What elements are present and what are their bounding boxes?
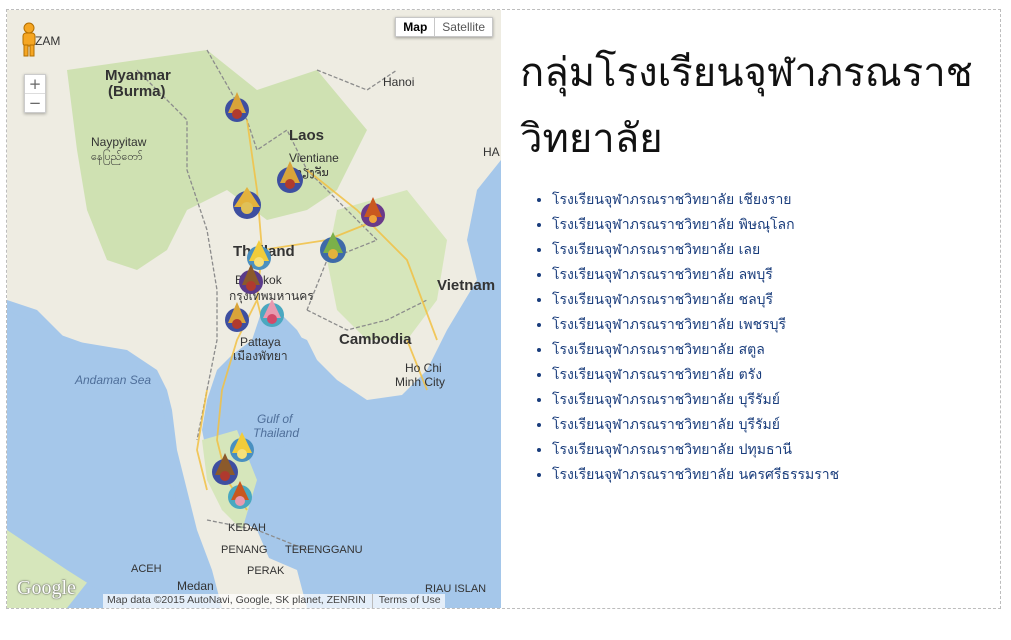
map-attribution: Map data ©2015 AutoNavi, Google, SK plan… bbox=[103, 594, 445, 608]
svg-text:Gulf of: Gulf of bbox=[257, 412, 294, 426]
svg-text:Laos: Laos bbox=[289, 127, 324, 144]
school-list-item: โรงเรียนจุฬาภรณราชวิทยาลัย เพชรบุรี bbox=[552, 313, 990, 338]
school-list-item: โรงเรียนจุฬาภรณราชวิทยาลัย บุรีรัมย์ bbox=[552, 413, 990, 438]
zoom-control: + − bbox=[24, 74, 46, 113]
svg-text:ACEH: ACEH bbox=[131, 563, 162, 575]
svg-text:Pattaya: Pattaya bbox=[240, 335, 281, 349]
school-list-item: โรงเรียนจุฬาภรณราชวิทยาลัย เลย bbox=[552, 238, 990, 263]
map-type-control: Map Satellite bbox=[395, 17, 493, 37]
school-list: โรงเรียนจุฬาภรณราชวิทยาลัย เชียงรายโรงเร… bbox=[520, 188, 990, 488]
svg-text:PERAK: PERAK bbox=[247, 565, 285, 577]
svg-text:Vientiane: Vientiane bbox=[289, 151, 339, 165]
svg-text:နေပြည်တော်: နေပြည်တော် bbox=[91, 149, 143, 165]
svg-text:Medan: Medan bbox=[177, 579, 214, 593]
map-data-credit: Map data ©2015 AutoNavi, Google, SK plan… bbox=[107, 594, 366, 606]
zoom-in-button[interactable]: + bbox=[25, 75, 45, 93]
school-list-item: โรงเรียนจุฬาภรณราชวิทยาลัย ปทุมธานี bbox=[552, 438, 990, 463]
school-info-panel: กลุ่มโรงเรียนจุฬาภรณราชวิทยาลัย โรงเรียน… bbox=[520, 40, 990, 488]
school-list-item: โรงเรียนจุฬาภรณราชวิทยาลัย พิษณุโลก bbox=[552, 213, 990, 238]
svg-text:Thailand: Thailand bbox=[253, 426, 299, 440]
svg-text:Hanoi: Hanoi bbox=[383, 75, 414, 89]
svg-text:PENANG: PENANG bbox=[221, 544, 267, 556]
google-logo[interactable]: Google bbox=[17, 577, 76, 600]
zoom-out-button[interactable]: − bbox=[25, 94, 45, 112]
map-canvas[interactable]: Myanmar (Burma) Naypyitaw နေပြည်တော် Han… bbox=[7, 10, 501, 608]
school-list-item: โรงเรียนจุฬาภรณราชวิทยาลัย ชลบุรี bbox=[552, 288, 990, 313]
school-list-item: โรงเรียนจุฬาภรณราชวิทยาลัย สตูล bbox=[552, 338, 990, 363]
school-list-item: โรงเรียนจุฬาภรณราชวิทยาลัย ตรัง bbox=[552, 363, 990, 388]
svg-text:(Burma): (Burma) bbox=[108, 83, 166, 100]
school-list-item: โรงเรียนจุฬาภรณราชวิทยาลัย เชียงราย bbox=[552, 188, 990, 213]
school-list-item: โรงเรียนจุฬาภรณราชวิทยาลัย นครศรีธรรมราช bbox=[552, 463, 990, 488]
terms-of-use-link[interactable]: Terms of Use bbox=[371, 594, 441, 608]
svg-text:Myanmar: Myanmar bbox=[105, 67, 171, 84]
svg-text:KEDAH: KEDAH bbox=[228, 522, 266, 534]
street-view-pegman-icon[interactable] bbox=[16, 22, 42, 58]
svg-text:TERENGGANU: TERENGGANU bbox=[285, 544, 363, 556]
svg-text:Naypyitaw: Naypyitaw bbox=[91, 135, 147, 149]
svg-text:Vietnam: Vietnam bbox=[437, 277, 495, 294]
svg-text:Cambodia: Cambodia bbox=[339, 331, 412, 348]
svg-text:เมืองพัทยา: เมืองพัทยา bbox=[233, 349, 288, 363]
svg-text:Ho Chi: Ho Chi bbox=[405, 361, 442, 375]
page-title: กลุ่มโรงเรียนจุฬาภรณราชวิทยาลัย bbox=[520, 50, 973, 162]
map-type-map-button[interactable]: Map bbox=[395, 17, 435, 37]
school-list-item: โรงเรียนจุฬาภรณราชวิทยาลัย บุรีรัมย์ bbox=[552, 388, 990, 413]
map-type-satellite-button[interactable]: Satellite bbox=[434, 17, 493, 37]
svg-text:HA: HA bbox=[483, 145, 500, 159]
map-widget[interactable]: Myanmar (Burma) Naypyitaw နေပြည်တော် Han… bbox=[7, 10, 501, 608]
svg-text:Andaman Sea: Andaman Sea bbox=[74, 373, 151, 387]
svg-text:Minh City: Minh City bbox=[395, 375, 445, 389]
school-list-item: โรงเรียนจุฬาภรณราชวิทยาลัย ลพบุรี bbox=[552, 263, 990, 288]
